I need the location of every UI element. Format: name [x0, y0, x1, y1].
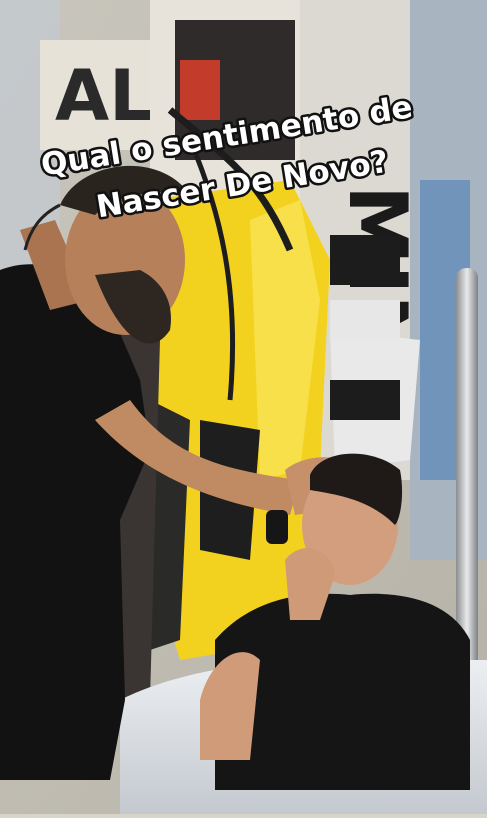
video-frame: AL MIN	[0, 0, 487, 814]
svg-text:AL: AL	[55, 55, 154, 137]
baptism-scene-image: AL MIN	[0, 0, 487, 814]
